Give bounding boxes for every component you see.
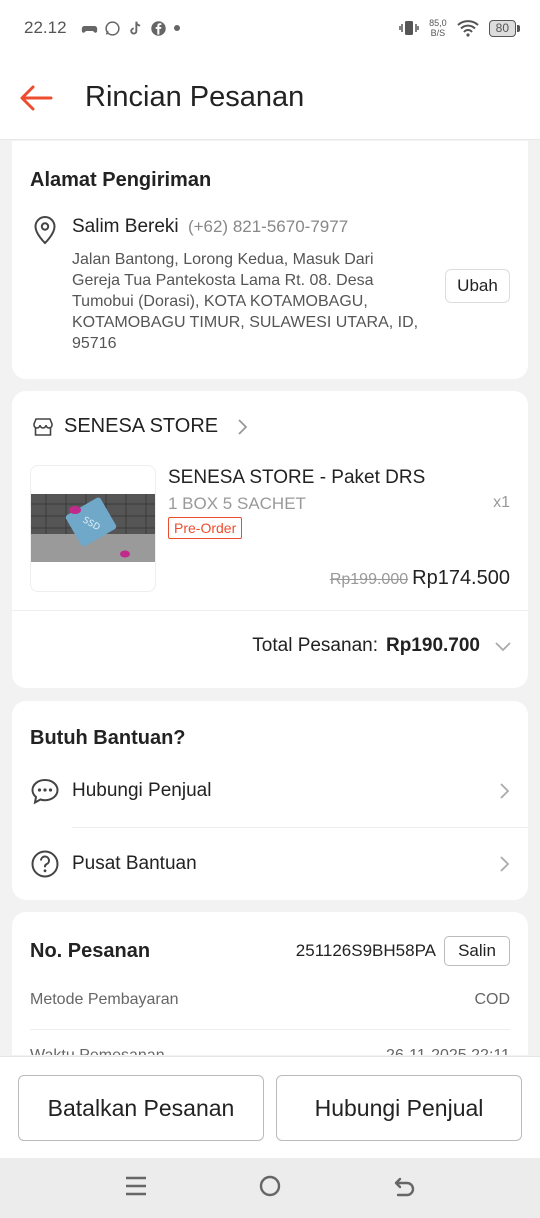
- home-icon[interactable]: [258, 1174, 282, 1198]
- wifi-icon: [456, 20, 479, 37]
- vibrate-icon: [399, 21, 419, 35]
- menu-icon[interactable]: [125, 1174, 147, 1198]
- chevron-right-icon: [500, 783, 510, 799]
- order-number-value: 251126S9BH58PA: [295, 941, 436, 960]
- discounted-price: Rp174.500: [412, 567, 510, 589]
- order-total-value: Rp190.700: [385, 635, 480, 656]
- facebook-icon: [150, 20, 166, 36]
- chat-icon: [31, 778, 59, 805]
- product-image[interactable]: SSD: [30, 465, 156, 592]
- change-address-button[interactable]: Ubah: [445, 269, 510, 303]
- back-icon[interactable]: [392, 1174, 416, 1198]
- shipping-address-card: Alamat Pengiriman Salim Bereki (+62) 821…: [12, 141, 528, 379]
- game-icon: [81, 25, 97, 33]
- store-icon: [33, 417, 53, 436]
- bottom-action-bar: Batalkan Pesanan Hubungi Penjual: [0, 1056, 540, 1158]
- recipient-name: Salim Bereki: [72, 216, 179, 237]
- order-time-value: 26-11-2025 22:11: [386, 1047, 510, 1055]
- contact-seller-label: Hubungi Penjual: [72, 780, 212, 801]
- recipient-info: Salim Bereki (+62) 821-5670-7977: [72, 216, 348, 238]
- network-speed-value: 85,0: [429, 18, 447, 28]
- preorder-badge: Pre-Order: [168, 517, 243, 539]
- contact-seller-button[interactable]: Hubungi Penjual: [276, 1075, 522, 1141]
- help-center-item[interactable]: Pusat Bantuan: [12, 834, 528, 894]
- tiktok-icon: [129, 21, 140, 35]
- order-items-card: SENESA STORE SSD SENESA STORE - Paket DR…: [12, 391, 528, 688]
- chevron-down-icon: [495, 642, 511, 652]
- help-card: Butuh Bantuan? Hubungi Penjual Pusat Ban…: [12, 701, 528, 900]
- help-center-label: Pusat Bantuan: [72, 853, 197, 874]
- product-photo: SSD: [31, 494, 155, 562]
- chevron-right-icon: [500, 856, 510, 872]
- copy-order-number-button[interactable]: Salin: [444, 936, 510, 966]
- arrow-left-icon: [20, 85, 53, 110]
- product-price: Rp199.000 Rp174.500: [330, 567, 510, 590]
- chevron-right-icon: [238, 418, 248, 435]
- dot-icon: [173, 25, 180, 31]
- store-name: SENESA STORE: [64, 415, 219, 437]
- battery-indicator: 80: [488, 19, 521, 37]
- order-number-label: No. Pesanan: [30, 940, 151, 962]
- cancel-order-button[interactable]: Batalkan Pesanan: [18, 1075, 264, 1141]
- divider: [30, 1029, 510, 1030]
- divider: [72, 827, 528, 828]
- contact-seller-item[interactable]: Hubungi Penjual: [12, 761, 528, 821]
- product-variant: 1 BOX 5 SACHET: [168, 494, 306, 513]
- help-title: Butuh Bantuan?: [30, 727, 186, 749]
- status-time: 22.12: [24, 18, 67, 37]
- payment-method-value: COD: [474, 991, 510, 1008]
- order-total-toggle[interactable]: Total Pesanan: Rp190.700: [252, 635, 512, 657]
- payment-method-label: Metode Pembayaran: [30, 991, 179, 1008]
- back-button[interactable]: [0, 56, 72, 140]
- store-link[interactable]: SENESA STORE: [32, 415, 248, 438]
- whatsapp-icon: [104, 20, 120, 36]
- network-speed: 85,0 B/S: [429, 18, 447, 38]
- product-quantity: x1: [493, 494, 510, 511]
- shipping-address-text: Jalan Bantong, Lorong Kedua, Masuk Dari …: [72, 251, 419, 352]
- original-price: Rp199.000: [329, 571, 409, 588]
- page-header: Rincian Pesanan: [0, 56, 540, 140]
- divider: [12, 610, 528, 611]
- system-navigation-bar: [0, 1158, 540, 1218]
- recipient-phone: (+62) 821-5670-7977: [187, 217, 349, 236]
- order-info-card: No. Pesanan 251126S9BH58PA Salin Metode …: [12, 912, 528, 1055]
- page-title: Rincian Pesanan: [85, 81, 305, 113]
- status-bar: 22.12 85,0 B/S 80: [0, 0, 540, 56]
- help-circle-icon: [31, 850, 59, 878]
- network-speed-unit: B/S: [430, 28, 446, 38]
- order-detail-content[interactable]: Alamat Pengiriman Salim Bereki (+62) 821…: [0, 141, 540, 1055]
- shipping-address-title: Alamat Pengiriman: [30, 169, 212, 191]
- product-name: SENESA STORE - Paket DRS: [168, 467, 426, 488]
- notification-icons: [81, 20, 181, 37]
- location-pin-icon: [34, 215, 56, 245]
- order-time-label: Waktu Pemesanan: [30, 1047, 165, 1055]
- order-total-label: Total Pesanan:: [252, 635, 378, 656]
